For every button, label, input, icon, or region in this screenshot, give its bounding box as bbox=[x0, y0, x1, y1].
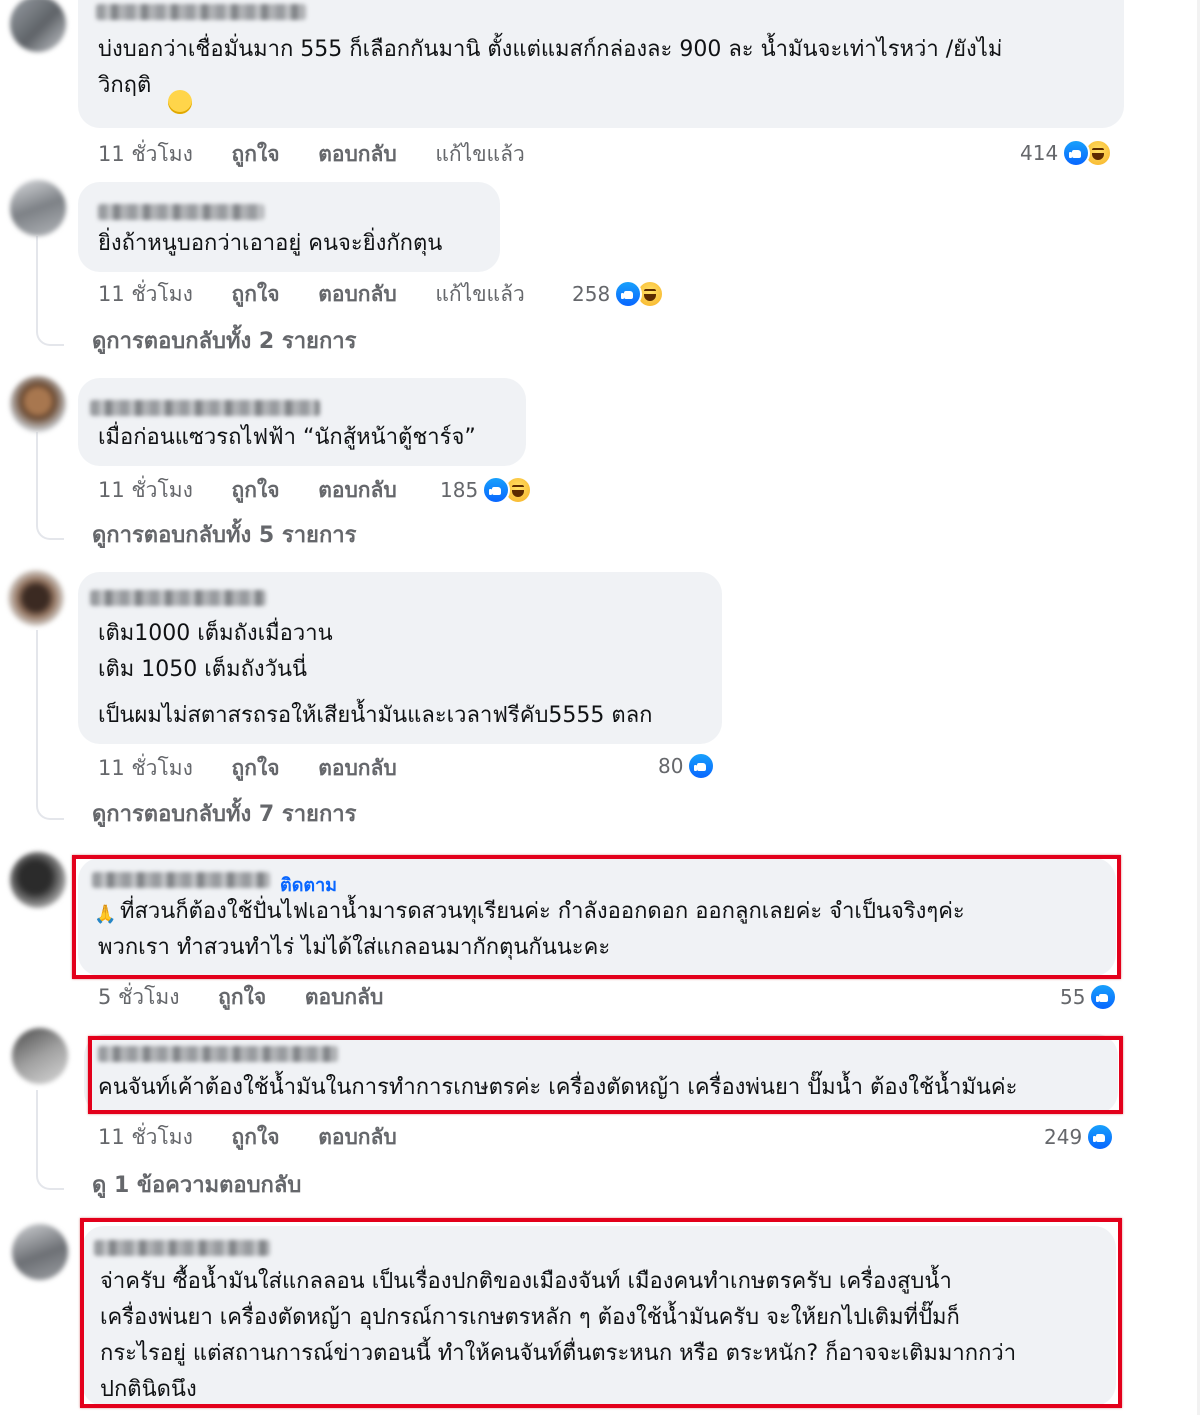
comment-bubble: เมื่อก่อนแซวรถไฟฟ้า “นักสู้หน้าตู้ชาร์จ” bbox=[78, 378, 526, 466]
reaction-summary[interactable]: 55 bbox=[1060, 982, 1118, 1012]
commenter-name[interactable] bbox=[96, 4, 306, 20]
comment-meta: 11 ชั่วโมง ถูกใจ ตอบกลับ bbox=[98, 475, 429, 505]
reply-button[interactable]: ตอบกลับ bbox=[318, 142, 397, 166]
avatar[interactable] bbox=[8, 570, 64, 626]
like-icon bbox=[687, 752, 716, 780]
comment-text-line: เติม1000 เต็มถังเมื่อวาน bbox=[98, 621, 333, 646]
comment-text: บ่งบอกว่าเชื่อมั่นมาก 555 ก็เลือกกันมานิ… bbox=[98, 37, 1003, 98]
view-replies-link[interactable]: ดู 1 ข้อความตอบกลับ bbox=[92, 1170, 301, 1202]
comment-bubble: ยิ่งถ้าหนูบอกว่าเอาอยู่ คนจะยิ่งกักตุน bbox=[78, 182, 500, 272]
reaction-summary[interactable]: 258 bbox=[572, 279, 665, 309]
like-icon bbox=[1089, 983, 1118, 1011]
reaction-summary[interactable]: 249 bbox=[1044, 1122, 1115, 1152]
view-replies-link[interactable]: ดูการตอบกลับทั้ง 5 รายการ bbox=[92, 520, 356, 552]
thread-line bbox=[36, 432, 38, 520]
view-replies-link[interactable]: ดูการตอบกลับทั้ง 2 รายการ bbox=[92, 326, 356, 358]
like-icon bbox=[614, 280, 643, 308]
timestamp[interactable]: 11 ชั่วโมง bbox=[98, 478, 193, 502]
thread-connector bbox=[36, 516, 64, 540]
view-replies-link[interactable]: ดูการตอบกลับทั้ง 7 รายการ bbox=[92, 799, 356, 831]
comment-meta: 5 ชั่วโมง ถูกใจ ตอบกลับ bbox=[98, 982, 415, 1012]
thread-connector bbox=[36, 1166, 64, 1190]
reply-button[interactable]: ตอบกลับ bbox=[305, 985, 384, 1009]
reaction-summary[interactable]: 185 bbox=[440, 475, 533, 505]
reaction-summary[interactable]: 414 bbox=[1020, 138, 1113, 168]
hushed-emoji-icon bbox=[168, 90, 192, 114]
reply-button[interactable]: ตอบกลับ bbox=[318, 1125, 397, 1149]
highlight-box bbox=[80, 1218, 1122, 1408]
avatar[interactable] bbox=[10, 180, 66, 236]
reaction-count: 414 bbox=[1020, 141, 1059, 165]
thread-line bbox=[36, 1090, 38, 1170]
reaction-count: 185 bbox=[440, 478, 479, 502]
reaction-count: 249 bbox=[1044, 1125, 1083, 1149]
like-button[interactable]: ถูกใจ bbox=[232, 756, 280, 780]
like-button[interactable]: ถูกใจ bbox=[232, 478, 280, 502]
thread-connector bbox=[36, 322, 64, 346]
timestamp[interactable]: 5 ชั่วโมง bbox=[98, 985, 179, 1009]
like-icon bbox=[1062, 139, 1091, 167]
reply-button[interactable]: ตอบกลับ bbox=[318, 282, 397, 306]
timestamp[interactable]: 11 ชั่วโมง bbox=[98, 1125, 193, 1149]
comment-text: ยิ่งถ้าหนูบอกว่าเอาอยู่ คนจะยิ่งกักตุน bbox=[98, 231, 443, 256]
like-button[interactable]: ถูกใจ bbox=[218, 985, 266, 1009]
comment-bubble: บ่งบอกว่าเชื่อมั่นมาก 555 ก็เลือกกันมานิ… bbox=[78, 0, 1124, 128]
timestamp[interactable]: 11 ชั่วโมง bbox=[98, 142, 193, 166]
comment-text: เมื่อก่อนแซวรถไฟฟ้า “นักสู้หน้าตู้ชาร์จ” bbox=[98, 425, 476, 450]
like-button[interactable]: ถูกใจ bbox=[232, 1125, 280, 1149]
avatar[interactable] bbox=[10, 0, 66, 52]
reply-button[interactable]: ตอบกลับ bbox=[318, 478, 397, 502]
like-icon bbox=[482, 476, 511, 504]
comment-meta: 11 ชั่วโมง ถูกใจ ตอบกลับ bbox=[98, 753, 429, 783]
avatar[interactable] bbox=[12, 1224, 68, 1280]
commenter-name[interactable] bbox=[90, 590, 266, 606]
thread-line bbox=[36, 236, 38, 326]
comment-bubble: เติม1000 เต็มถังเมื่อวาน เติม 1050 เต็มถ… bbox=[78, 572, 722, 744]
comment-meta: 11 ชั่วโมง ถูกใจ ตอบกลับ แก้ไขแล้ว bbox=[98, 279, 557, 309]
reply-button[interactable]: ตอบกลับ bbox=[318, 756, 397, 780]
edited-label: แก้ไขแล้ว bbox=[435, 282, 525, 306]
commenter-name[interactable] bbox=[98, 204, 264, 220]
highlight-box bbox=[72, 855, 1121, 979]
reaction-count: 258 bbox=[572, 282, 611, 306]
thread-line bbox=[36, 630, 38, 800]
like-button[interactable]: ถูกใจ bbox=[232, 282, 280, 306]
comment-text-line: เป็นผมไม่สตาสรถรอให้เสียน้ำมันและเวลาฟรี… bbox=[98, 703, 653, 728]
like-icon bbox=[1086, 1123, 1115, 1151]
comment-meta: 11 ชั่วโมง ถูกใจ ตอบกลับ bbox=[98, 1122, 429, 1152]
avatar[interactable] bbox=[10, 852, 66, 908]
highlight-box bbox=[88, 1036, 1123, 1114]
like-button[interactable]: ถูกใจ bbox=[232, 142, 280, 166]
avatar[interactable] bbox=[12, 1028, 68, 1084]
avatar[interactable] bbox=[10, 376, 66, 432]
edited-label: แก้ไขแล้ว bbox=[435, 142, 525, 166]
timestamp[interactable]: 11 ชั่วโมง bbox=[98, 282, 193, 306]
reaction-count: 55 bbox=[1060, 985, 1086, 1009]
comment-meta: 11 ชั่วโมง ถูกใจ ตอบกลับ แก้ไขแล้ว bbox=[98, 139, 557, 169]
commenter-name[interactable] bbox=[90, 400, 320, 416]
timestamp[interactable]: 11 ชั่วโมง bbox=[98, 756, 193, 780]
comment-text-line: เติม 1050 เต็มถังวันนี่ bbox=[98, 657, 308, 682]
thread-connector bbox=[36, 796, 64, 820]
reaction-count: 80 bbox=[658, 754, 684, 778]
reaction-summary[interactable]: 80 bbox=[658, 751, 716, 781]
